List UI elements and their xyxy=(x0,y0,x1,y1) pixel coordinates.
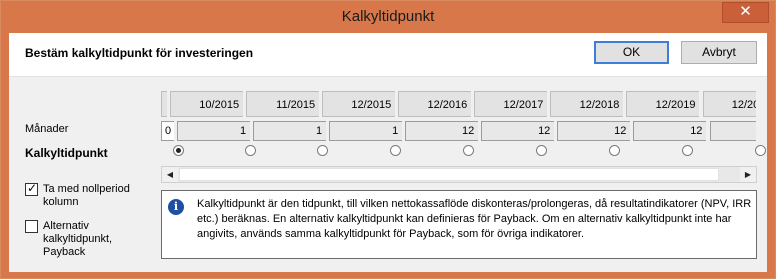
kalkyltidpunkt-radio-group xyxy=(161,145,766,159)
dialog-window: Kalkyltidpunkt ✕ Bestäm kalkyltidpunkt f… xyxy=(0,0,776,279)
scroll-right-icon[interactable]: ▶ xyxy=(740,167,756,182)
kalkyltidpunkt-label: Kalkyltidpunkt xyxy=(25,146,108,160)
period-header: 12/2018 xyxy=(550,91,624,117)
period-header: 12/2020 xyxy=(702,91,756,117)
kalkyltidpunkt-radio[interactable] xyxy=(536,145,547,156)
info-box: i Kalkyltidpunkt är den tidpunkt, till v… xyxy=(161,190,757,259)
kalkyltidpunkt-radio[interactable] xyxy=(463,145,474,156)
alternativ-label[interactable]: Alternativ kalkyltidpunkt, Payback xyxy=(43,220,153,259)
kalkyltidpunkt-radio[interactable] xyxy=(682,145,693,156)
dialog-body: Bestäm kalkyltidpunkt för investeringen … xyxy=(9,33,767,272)
title-bar[interactable]: Kalkyltidpunkt ✕ xyxy=(1,1,775,33)
period-grid: 10/2015 11/2015 12/2015 12/2016 12/2017 … xyxy=(161,91,756,151)
period-header: 11/2015 xyxy=(246,91,320,117)
kalkyltidpunkt-radio[interactable] xyxy=(755,145,766,156)
month-cell: 1 xyxy=(177,121,251,141)
period-header: 12/2016 xyxy=(398,91,472,117)
kalkyltidpunkt-radio[interactable] xyxy=(609,145,620,156)
month-cell: 1 xyxy=(329,121,403,141)
period-header: 12/2019 xyxy=(626,91,700,117)
cancel-button[interactable]: Avbryt xyxy=(681,41,757,64)
nollperiod-label[interactable]: Ta med nollperiod kolumn xyxy=(43,183,153,209)
period-header: 12/2017 xyxy=(474,91,548,117)
kalkyltidpunkt-radio[interactable] xyxy=(245,145,256,156)
month-cell: 12 xyxy=(405,121,479,141)
month-cell: 12 xyxy=(633,121,707,141)
period-header-row: 10/2015 11/2015 12/2015 12/2016 12/2017 … xyxy=(161,91,756,117)
month-cell: 12 xyxy=(709,121,756,141)
info-text: Kalkyltidpunkt är den tidpunkt, till vil… xyxy=(197,198,752,240)
checkmark-icon: ✓ xyxy=(27,181,38,195)
dialog-heading: Bestäm kalkyltidpunkt för investeringen xyxy=(25,46,254,60)
window-title: Kalkyltidpunkt xyxy=(341,8,435,25)
months-row: 0 1 1 1 12 12 12 12 12 xyxy=(161,121,756,141)
kalkyltidpunkt-radio[interactable] xyxy=(173,145,184,156)
scrollbar-thumb[interactable] xyxy=(179,168,719,181)
close-icon: ✕ xyxy=(739,3,752,20)
info-icon: i xyxy=(168,199,184,215)
period-header: 12/2015 xyxy=(322,91,396,117)
scroll-left-icon[interactable]: ◀ xyxy=(162,167,178,182)
close-button[interactable]: ✕ xyxy=(722,2,769,23)
month-cell: 12 xyxy=(481,121,555,141)
ok-button[interactable]: OK xyxy=(594,41,669,64)
kalkyltidpunkt-radio[interactable] xyxy=(317,145,328,156)
month-cell: 12 xyxy=(557,121,631,141)
months-label: Månader xyxy=(25,123,69,135)
month-cell: 1 xyxy=(253,121,327,141)
month-cell-zero: 0 xyxy=(161,121,174,141)
nollperiod-checkbox[interactable]: ✓ xyxy=(25,181,38,196)
dialog-header: Bestäm kalkyltidpunkt för investeringen … xyxy=(9,33,767,77)
period-header: 10/2015 xyxy=(170,91,244,117)
period-header-blank xyxy=(161,91,167,117)
kalkyltidpunkt-radio[interactable] xyxy=(390,145,401,156)
horizontal-scrollbar[interactable]: ◀ ▶ xyxy=(161,166,757,183)
alternativ-checkbox[interactable] xyxy=(25,220,38,233)
